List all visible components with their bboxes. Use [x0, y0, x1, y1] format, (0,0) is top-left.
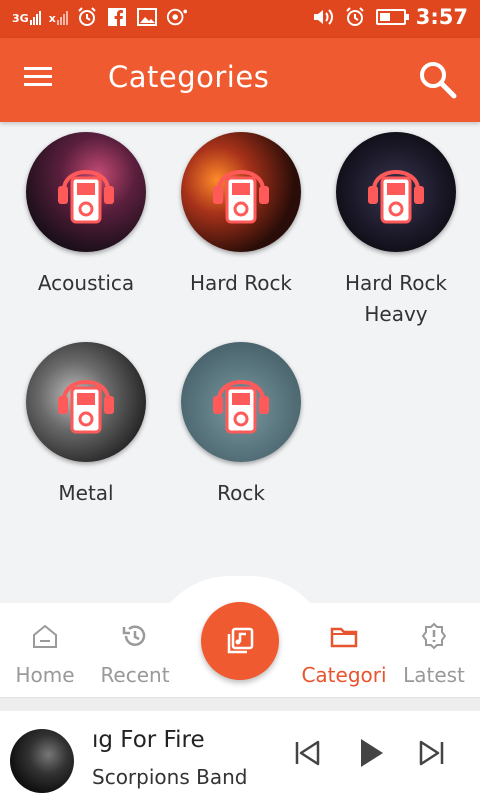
battery-charging-icon	[375, 9, 409, 25]
network-label: 3G	[12, 12, 29, 25]
app-bar: Categories	[0, 38, 480, 122]
status-left: 3G x	[12, 6, 188, 28]
skip-next-icon[interactable]	[411, 733, 451, 773]
network-indicator-2: x	[49, 9, 68, 25]
metal-guitarist-image	[26, 342, 146, 462]
category-acoustica[interactable]: Acoustica	[9, 132, 163, 299]
headphone-player-icon	[368, 170, 424, 224]
status-right: 3:57	[312, 5, 468, 29]
network-indicator: 3G	[12, 9, 41, 25]
category-label: Hard Rock Heavy	[344, 271, 448, 326]
category-hard-rock-heavy[interactable]: Hard Rock Heavy	[319, 132, 473, 330]
signal-icon	[29, 9, 41, 25]
history-icon	[122, 625, 146, 646]
category-metal[interactable]: Metal	[9, 342, 163, 509]
divider	[0, 697, 480, 711]
facebook-icon	[106, 6, 128, 28]
page-title: Categories	[108, 60, 270, 94]
search-icon[interactable]	[416, 58, 460, 102]
skip-previous-icon[interactable]	[288, 733, 328, 773]
alarm-icon	[344, 6, 366, 28]
headphone-player-icon	[58, 170, 114, 224]
home-icon	[33, 624, 57, 648]
category-label: Hard Rock	[189, 271, 293, 295]
nav-latest[interactable]: Latest	[389, 621, 479, 687]
headphone-player-icon	[213, 380, 269, 434]
bottom-nav: Home Recent Categori Latest	[0, 602, 480, 697]
nav-label: Categori	[301, 663, 387, 687]
folder-icon	[330, 627, 358, 648]
nav-home[interactable]: Home	[0, 621, 90, 687]
play-icon[interactable]	[350, 733, 390, 773]
mini-player[interactable]: ıg For Fire Scorpions Band	[0, 711, 480, 800]
headphone-player-icon	[213, 170, 269, 224]
song-artist: Scorpions Band	[92, 765, 248, 789]
music-library-icon[interactable]	[201, 602, 279, 680]
hamburger-menu-icon[interactable]	[20, 62, 60, 98]
headset-icon	[166, 6, 188, 28]
album-cover[interactable]	[10, 729, 74, 793]
category-label: Acoustica	[37, 271, 135, 295]
category-label: Metal	[58, 481, 114, 505]
alarm-icon	[76, 6, 98, 28]
category-rock[interactable]: Rock	[164, 342, 318, 509]
nav-recent[interactable]: Recent	[90, 621, 180, 687]
category-hard-rock[interactable]: Hard Rock	[164, 132, 318, 299]
rock-poster-image	[181, 342, 301, 462]
nav-label: Latest	[403, 663, 465, 687]
signal-icon	[56, 9, 68, 25]
nav-label: Home	[15, 663, 75, 687]
network-label-2: x	[48, 12, 56, 25]
concert-stage-image	[26, 132, 146, 252]
headphone-player-icon	[58, 380, 114, 434]
song-title: ıg For Fire	[92, 727, 205, 753]
status-time: 3:57	[415, 5, 468, 29]
badge-alert-icon	[421, 622, 447, 650]
volume-icon	[312, 6, 334, 28]
category-label: Rock	[217, 481, 265, 505]
nav-label: Recent	[100, 663, 170, 687]
gallery-icon	[136, 6, 158, 28]
fire-skeleton-image	[181, 132, 301, 252]
status-bar: 3G x 3:57	[0, 0, 480, 38]
nav-categories[interactable]: Categori	[299, 621, 389, 687]
motorcycle-wheel-image	[336, 132, 456, 252]
